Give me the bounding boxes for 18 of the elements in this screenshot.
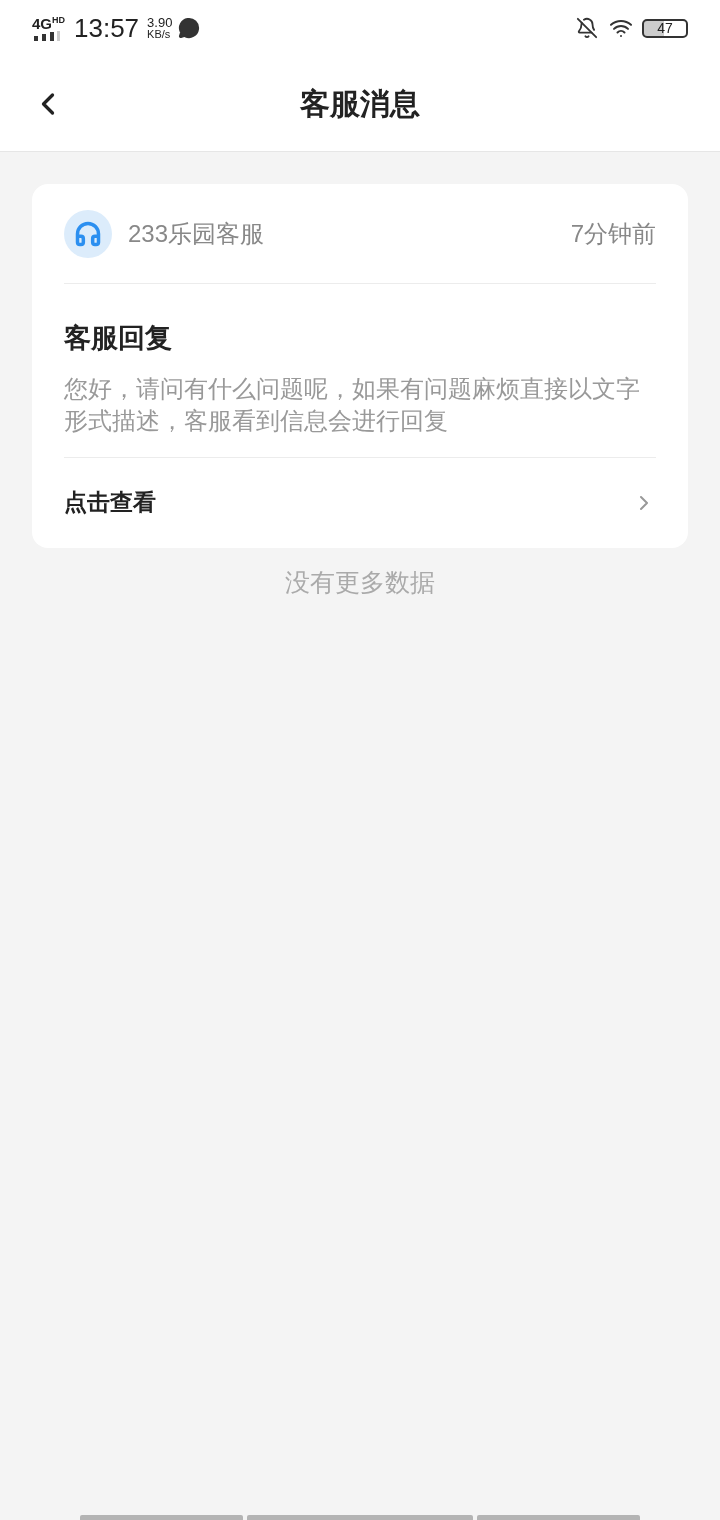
speed-value: 3.90 — [147, 16, 173, 29]
nav-handle[interactable] — [80, 1515, 243, 1520]
signal-icon — [32, 30, 60, 41]
speed-unit: KB/s — [147, 29, 172, 40]
nav-handle[interactable] — [247, 1515, 473, 1520]
view-link[interactable]: 点击查看 — [64, 457, 656, 548]
battery-icon: 47 — [642, 18, 688, 38]
nav-handle[interactable] — [477, 1515, 640, 1520]
message-body: 您好，请问有什么问题呢，如果有问题麻烦直接以文字形式描述，客服看到信息会进行回复 — [64, 374, 641, 436]
sender-name: 233乐园客服 — [128, 218, 265, 249]
message-title: 客服回复 — [64, 322, 173, 355]
clock: 13:57 — [74, 11, 140, 45]
end-of-list-note: 没有更多数据 — [285, 566, 435, 598]
chat-icon — [178, 17, 201, 39]
bell-off-icon — [576, 17, 598, 39]
page-title: 客服消息 — [300, 86, 420, 122]
message-time: 7分钟前 — [570, 218, 656, 249]
headset-icon — [74, 219, 102, 248]
